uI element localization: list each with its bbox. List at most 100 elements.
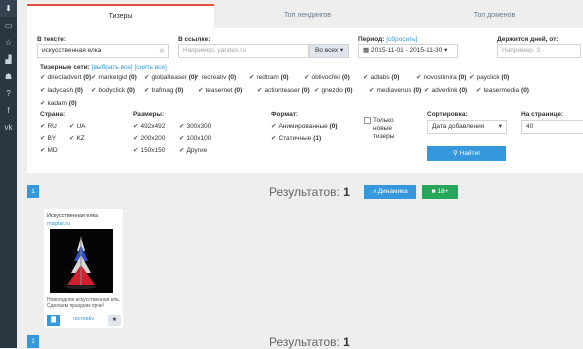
size-checkbox[interactable]: ✔ 150x150 — [133, 146, 165, 154]
network-checkbox-directadvert[interactable]: ✔ directadvert (0) — [40, 73, 91, 81]
teaser-title: Искусственная елка — [47, 213, 99, 219]
days-label: Держится дней, от: — [497, 36, 559, 43]
per-page-value: 40 — [526, 123, 534, 130]
period-reset-link[interactable]: [сбросить] — [386, 36, 417, 43]
network-checkbox-mediavenus[interactable]: ✔ mediavenus (0) — [369, 86, 421, 94]
network-checkbox-teasermedia[interactable]: ✔ teasermedia (0) — [476, 86, 529, 94]
days-input[interactable]: Например, 3 — [497, 44, 581, 58]
size-checkbox[interactable]: ✔ 300x300 — [179, 122, 211, 130]
only-new-label: Только новые тизеры — [373, 117, 395, 140]
network-label: ladycash — [47, 87, 75, 94]
sidebar: ⬇ ▭ ☆ ▟ ☗ ? f vk — [0, 0, 17, 348]
size-checkbox[interactable]: ✔ 200x200 — [133, 134, 165, 142]
teaser-network-link[interactable]: recreativ — [73, 316, 94, 322]
networks-label: Тизерные сети: [выбрать все] [снять все] — [40, 64, 167, 71]
country-checkbox[interactable]: ✔ KZ — [69, 134, 85, 142]
size-checkbox[interactable]: ✔ 100x100 — [179, 134, 211, 142]
network-checkbox-gnezdo[interactable]: ✔ gnezdo (0) — [314, 86, 353, 94]
check-icon: ✔ — [40, 135, 46, 142]
network-checkbox-teasernet[interactable]: ✔ teasernet (0) — [198, 86, 242, 94]
teaser-domain-link[interactable]: magtar.ru — [47, 221, 70, 227]
size-checkbox[interactable]: ✔ 492x492 — [133, 122, 165, 130]
check-icon: ✔ — [40, 100, 46, 107]
sort-dropdown[interactable]: Дата добавления ▾ — [427, 120, 507, 134]
link-scope-value: Во всех — [315, 47, 339, 54]
tab-teasers[interactable]: Тизеры — [27, 4, 214, 28]
network-checkbox-adverlink[interactable]: ✔ adverlink (0) — [424, 86, 467, 94]
network-checkbox-kadam[interactable]: ✔ kadam (0) — [40, 99, 77, 107]
network-checkbox-globalteaser[interactable]: ✔ globalteaser (0) — [144, 73, 197, 81]
network-label: adverlink — [431, 87, 460, 94]
network-checkbox-oblivochki[interactable]: ✔ oblivochki (0) — [304, 73, 350, 81]
clear-all-link[interactable]: [снять все] — [134, 64, 166, 71]
star-icon[interactable]: ☆ — [0, 34, 17, 51]
link-filter-input[interactable]: Например, yandex.ru — [178, 44, 309, 58]
size-checkbox[interactable]: ✔ Другие — [179, 146, 207, 154]
check-icon: ✔ — [363, 74, 369, 81]
network-checkbox-marketgid[interactable]: ✔ marketgid (0) — [91, 73, 137, 81]
country-checkbox[interactable]: ✔ MD — [40, 146, 58, 154]
check-icon: ✔ — [179, 147, 185, 154]
format-checkbox-animated[interactable]: ✔ Анимированные (0) — [271, 122, 338, 130]
check-icon: ✔ — [249, 74, 255, 81]
per-page-dropdown[interactable]: 40▾ — [521, 120, 583, 134]
text-filter-input[interactable]: искусственная елка ⊗ — [37, 44, 169, 58]
network-checkbox-recreativ[interactable]: ✔ recreativ (0) — [194, 73, 236, 81]
check-icon: ✔ — [476, 87, 482, 94]
country-checkbox[interactable]: ✔ RU — [40, 122, 57, 130]
network-checkbox-redtram[interactable]: ✔ redtram (0) — [249, 73, 289, 81]
network-checkbox-adlabs[interactable]: ✔ adlabs (0) — [363, 73, 399, 81]
users-icon[interactable]: ☗ — [0, 68, 17, 85]
favorite-button[interactable]: ★ — [108, 315, 121, 326]
text-filter-label: В тексте: — [37, 36, 67, 43]
only-new-checkbox[interactable] — [364, 117, 371, 124]
check-icon: ✔ — [416, 74, 422, 81]
page-button[interactable]: 1 — [27, 185, 39, 198]
results-bar-bottom: 1 Результатов: 1 — [27, 333, 583, 349]
monitor-icon[interactable]: ▭ — [0, 17, 17, 34]
select-all-link[interactable]: [выбрать все] — [92, 64, 133, 71]
network-checkbox-novostimira[interactable]: ✔ novostimira (0) — [416, 73, 466, 81]
check-icon: ✔ — [304, 74, 310, 81]
network-checkbox-bodyclick[interactable]: ✔ bodyclick (0) — [91, 86, 135, 94]
check-icon: ✔ — [369, 87, 375, 94]
period-label: Период: [сбросить] — [358, 36, 418, 43]
chart-icon[interactable]: ▟ — [0, 51, 17, 68]
vk-icon[interactable]: vk — [0, 119, 17, 136]
network-checkbox-ladycash[interactable]: ✔ ladycash (0) — [40, 86, 83, 94]
link-scope-dropdown[interactable]: Во всех ▾ — [309, 44, 349, 58]
network-checkbox-actionteaser[interactable]: ✔ actionteaser (0) — [257, 86, 310, 94]
help-icon[interactable]: ? — [0, 85, 17, 102]
network-checkbox-trafmag[interactable]: ✔ trafmag (0) — [144, 86, 183, 94]
filter-panel: В тексте: искусственная елка ⊗ В ссылке:… — [27, 28, 583, 173]
check-icon: ✔ — [179, 135, 185, 142]
check-icon: ✔ — [133, 123, 139, 130]
tab-top-landings[interactable]: Топ лендингов — [214, 4, 401, 28]
tab-top-domains[interactable]: Топ доменов — [401, 4, 583, 28]
network-label: globalteaser — [151, 74, 189, 81]
results-count: Результатов: 1 — [269, 335, 350, 349]
network-checkbox-payclick[interactable]: ✔ payclick (0) — [469, 73, 509, 81]
facebook-icon[interactable]: f — [0, 102, 17, 119]
stats-button[interactable]: ▇ — [47, 315, 60, 326]
search-icon: ⚲ — [453, 150, 458, 157]
text-filter-value: искусственная елка — [42, 47, 102, 54]
country-checkbox[interactable]: ✔ BY — [40, 134, 56, 142]
period-input[interactable]: ▦ 2015-11-01 - 2015-11-30 ▾ — [358, 44, 458, 58]
format-checkbox-static[interactable]: ✔ Статичные (1) — [271, 134, 321, 142]
find-button[interactable]: ⚲ Найти! — [427, 146, 506, 161]
teaser-description: Новогодняя искусственная ель. Сделаем пр… — [47, 297, 121, 309]
check-icon: ✔ — [198, 87, 204, 94]
teaser-image[interactable] — [50, 229, 113, 293]
results-count: Результатов: 1 — [269, 185, 350, 199]
check-icon: ✔ — [144, 87, 150, 94]
chart-icon: ▇ — [51, 317, 56, 323]
calendar-icon: ▦ — [363, 47, 370, 54]
page-button[interactable]: 1 — [27, 335, 39, 348]
tab-bar: Тизеры Топ лендингов Топ доменов — [27, 4, 583, 28]
country-checkbox[interactable]: ✔ UA — [69, 122, 85, 130]
download-icon[interactable]: ⬇ — [0, 0, 17, 17]
clear-icon[interactable]: ⊗ — [159, 46, 165, 57]
dynamics-button[interactable]: ⩘ Динамика — [364, 185, 416, 199]
adult-toggle-button[interactable]: ■ 18+ — [422, 185, 458, 199]
